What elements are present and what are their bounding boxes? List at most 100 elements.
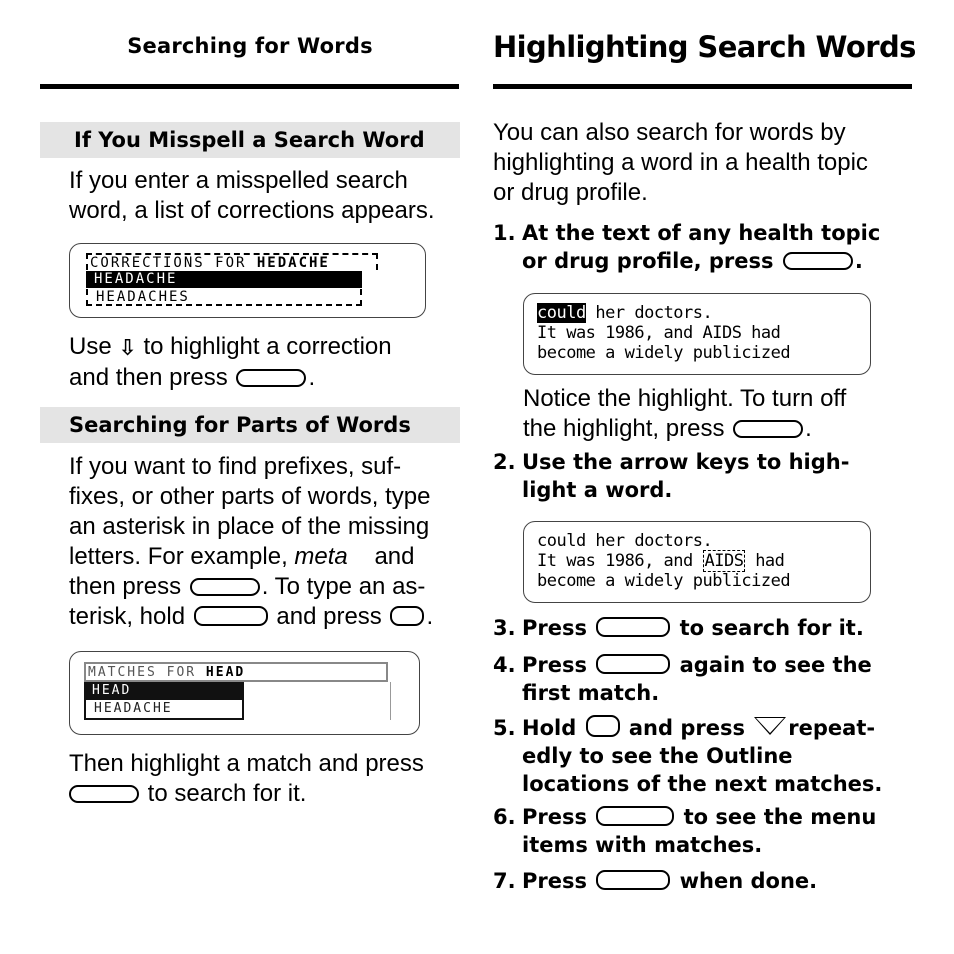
running-head: Searching for Words: [127, 34, 373, 58]
asterisk-key-icon: [390, 606, 425, 626]
text-line: or drug profile.: [493, 179, 648, 206]
step-text: to search for it.: [679, 616, 864, 640]
enter-key-icon: [69, 785, 139, 803]
header-rule: [40, 84, 459, 89]
list-key-icon: [596, 806, 675, 826]
screen-line: become a widely publicized: [537, 343, 791, 363]
text: .: [308, 364, 316, 391]
text: and press: [276, 603, 382, 630]
step-text: first match.: [522, 681, 660, 705]
step-text: repeat-: [788, 716, 876, 740]
misspell-intro: If you enter a misspelled search word, a…: [69, 166, 435, 226]
text: and: [374, 543, 415, 570]
screen-edge: [390, 682, 391, 720]
text: to search for it.: [147, 780, 307, 807]
highlighted-word[interactable]: could: [537, 303, 586, 323]
text-line: word, a list of corrections appears.: [69, 197, 435, 224]
step-text: Press: [522, 653, 587, 677]
step-text: items with matches.: [522, 833, 763, 857]
down-arrow-icon: ⇩: [118, 335, 137, 360]
highlighted-word[interactable]: AIDS: [702, 550, 746, 572]
text: .: [426, 603, 434, 630]
text: letters. For example,: [69, 543, 288, 570]
step-text: Press: [522, 616, 587, 640]
text: terisk, hold: [69, 603, 186, 630]
text: the highlight, press: [523, 415, 725, 442]
shift-key-icon: [585, 715, 620, 737]
header-word: HEAD: [205, 665, 246, 680]
text-line: fixes, or other parts of words, type: [69, 483, 431, 510]
step-text: again to see the: [679, 653, 872, 677]
step-number: 2.: [493, 450, 516, 474]
header-word: HEDACHE: [256, 255, 330, 271]
matches-header: MATCHES FOR HEAD: [84, 662, 388, 682]
step-number: 6.: [493, 805, 516, 829]
screen-line: It was 1986, and AIDS had: [537, 550, 785, 572]
correction-item[interactable]: HEADACHES: [86, 289, 362, 306]
text: her doctors.: [585, 303, 713, 323]
text-line: Notice the highlight. To turn off: [523, 385, 847, 412]
header-prefix: MATCHES FOR: [88, 665, 206, 680]
text: to highlight a correction: [143, 333, 392, 360]
enter-key-icon: [596, 617, 671, 637]
step-2: 2. Use the arrow keys to high- light a wo…: [493, 448, 849, 504]
text-screen-1: could her doctors. It was 1986, and AIDS…: [523, 293, 871, 375]
screen-line: could her doctors.: [537, 531, 713, 551]
step-number: 5.: [493, 716, 516, 740]
text: Use: [69, 333, 112, 360]
correction-instructions: Use ⇩ to highlight a correction and then…: [69, 332, 392, 393]
text: It was 1986, and: [537, 551, 703, 571]
text-line: If you enter a misspelled search: [69, 167, 408, 194]
corrections-screen: CORRECTIONS FOR HEDACHE HEADACHE HEADACH…: [69, 243, 426, 318]
step-text: when done.: [679, 869, 818, 893]
step-4: 4. Press again to see the first match.: [493, 651, 872, 707]
step-7: 7. Press when done.: [493, 867, 817, 895]
step-text: Hold: [522, 716, 577, 740]
step-number: 7.: [493, 869, 516, 893]
text-screen-2: could her doctors. It was 1986, and AIDS…: [523, 521, 871, 603]
text-line: If you want to find prefixes, suf-: [69, 453, 402, 480]
text-line: Then highlight a match and press: [69, 750, 424, 777]
enter-key-icon: [596, 654, 671, 674]
step-number: 1.: [493, 221, 516, 245]
clear-key-icon: [733, 420, 804, 438]
match-item-selected[interactable]: HEAD: [84, 682, 244, 700]
text: .: [805, 415, 812, 442]
title-rule: [493, 84, 912, 89]
header-prefix: CORRECTIONS FOR: [90, 255, 257, 271]
text-line: highlighting a word in a health topic: [493, 149, 868, 176]
section-heading-parts: Searching for Parts of Words: [40, 407, 460, 443]
page-title: Highlighting Search Words: [493, 30, 916, 64]
text: . To type an as-: [261, 573, 426, 600]
match-item[interactable]: HEADACHE: [84, 700, 244, 720]
step-text: locations of the next matches.: [522, 772, 883, 796]
text: .: [854, 249, 863, 273]
step-text: light a word.: [522, 478, 673, 502]
intro-paragraph: You can also search for words by highlig…: [493, 118, 868, 208]
screen-line: It was 1986, and AIDS had: [537, 323, 781, 343]
correction-item-selected[interactable]: HEADACHE: [86, 271, 362, 288]
down-triangle-icon: [754, 717, 787, 735]
screen-line: could her doctors.: [537, 303, 713, 323]
step-3: 3. Press to search for it.: [493, 614, 864, 642]
matches-screen: MATCHES FOR HEAD HEAD HEADACHE: [69, 651, 420, 735]
clear-key-icon: [596, 870, 671, 890]
step-text: Press: [522, 805, 587, 829]
step-text: and press: [628, 716, 745, 740]
enter-key-icon: [189, 578, 260, 596]
step-text: to see the menu: [683, 805, 877, 829]
parts-instructions: If you want to find prefixes, suf- fixes…: [69, 452, 433, 632]
search-key-icon: [782, 252, 853, 270]
corrections-header: CORRECTIONS FOR HEDACHE: [86, 253, 378, 271]
step-text: At the text of any health topic: [522, 221, 881, 245]
step-text: Use the arrow keys to high-: [522, 450, 850, 474]
text-line: You can also search for words by: [493, 119, 846, 146]
matches-instructions: Then highlight a match and press to sear…: [69, 749, 424, 809]
step-1: 1. At the text of any health topic or dru…: [493, 219, 880, 275]
text-line: an asterisk in place of the missing: [69, 513, 430, 540]
step-6: 6. Press to see the menu items with match…: [493, 803, 876, 859]
step-number: 3.: [493, 616, 516, 640]
text: had: [745, 551, 785, 571]
example-word: meta: [294, 543, 348, 570]
step-5: 5. Hold and press repeat- edly to see the…: [493, 714, 882, 798]
